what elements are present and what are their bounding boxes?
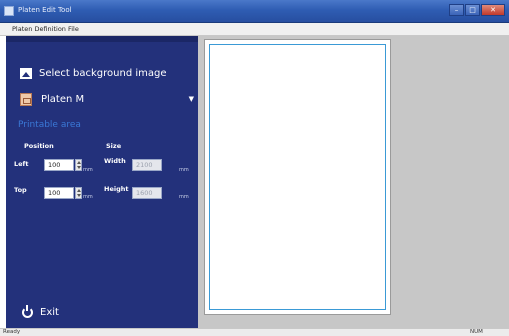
status-bar: Ready NUM	[0, 328, 509, 336]
image-icon	[20, 67, 32, 79]
width-unit: mm	[179, 167, 189, 173]
minimize-button[interactable]: –	[449, 4, 464, 16]
width-input[interactable]: 2100	[132, 159, 162, 171]
power-icon	[22, 304, 33, 318]
status-text: Ready	[3, 329, 21, 335]
top-input[interactable]: 100	[44, 187, 74, 199]
left-input[interactable]: 100	[44, 159, 74, 171]
height-input[interactable]: 1600	[132, 187, 162, 199]
close-button[interactable]: ✕	[481, 4, 505, 16]
height-label: Height	[104, 185, 129, 193]
chevron-down-icon[interactable]: ▼	[189, 95, 194, 103]
printable-area-heading: Printable area	[18, 120, 81, 130]
left-unit: mm	[83, 167, 93, 173]
size-header: Size	[106, 142, 122, 150]
printable-area-outline[interactable]	[209, 44, 386, 310]
width-label: Width	[104, 157, 126, 165]
sidebar-top-strip	[6, 36, 198, 42]
height-unit: mm	[179, 194, 189, 200]
top-label: Top	[14, 186, 27, 194]
exit-label: Exit	[40, 306, 59, 318]
sidebar: Select background image Platen M ▼ Print…	[6, 36, 198, 328]
left-label: Left	[14, 160, 29, 168]
platen-preview[interactable]	[204, 39, 391, 315]
exit-button[interactable]: Exit	[22, 304, 59, 319]
menu-platen-definition-file[interactable]: Platen Definition File	[12, 25, 79, 33]
window-title: Platen Edit Tool	[18, 6, 72, 14]
top-unit: mm	[83, 194, 93, 200]
position-header: Position	[24, 142, 54, 150]
canvas-area	[198, 36, 509, 328]
title-bar: Platen Edit Tool – □ ✕	[0, 0, 509, 23]
select-background-button[interactable]: Select background image	[20, 66, 167, 80]
platen-select[interactable]: Platen M ▼	[20, 90, 196, 108]
menu-bar: Platen Definition File	[0, 23, 509, 36]
num-lock-indicator: NUM	[470, 329, 483, 335]
select-background-label: Select background image	[39, 67, 167, 79]
top-spinner[interactable]	[75, 187, 82, 199]
left-spinner[interactable]	[75, 159, 82, 171]
maximize-button[interactable]: □	[465, 4, 480, 16]
platen-selected-value: Platen M	[41, 93, 85, 105]
app-icon	[4, 6, 14, 16]
platen-icon	[20, 92, 32, 106]
window-controls: – □ ✕	[448, 4, 505, 18]
